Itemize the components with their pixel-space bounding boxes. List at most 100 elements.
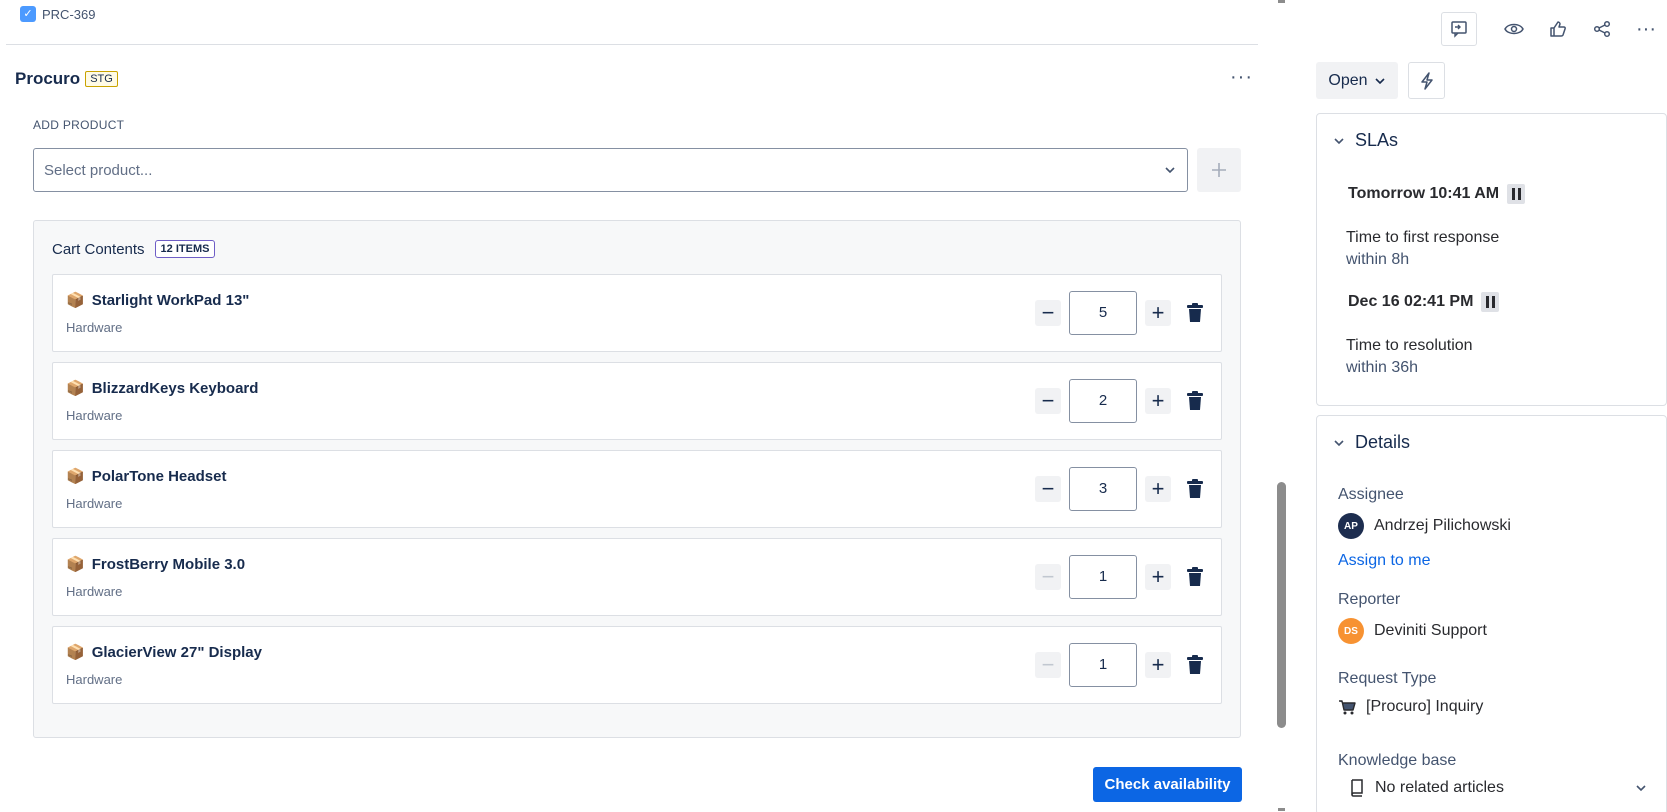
knowledge-base-field[interactable]: No related articles: [1349, 779, 1647, 797]
cart-item: 📦 GlacierView 27" Display Hardware − 1 +: [52, 626, 1222, 704]
request-type-field[interactable]: [Procuro] Inquiry: [1338, 698, 1483, 716]
product-category: Hardware: [66, 408, 123, 423]
package-icon: 📦: [66, 468, 85, 485]
check-availability-button[interactable]: Check availability: [1093, 767, 1242, 802]
chevron-down-icon: [1334, 439, 1344, 446]
watch-button[interactable]: [1496, 12, 1532, 46]
sla-title: SLAs: [1355, 130, 1399, 150]
assignee-label: Assignee: [1338, 486, 1404, 503]
quantity-input[interactable]: 3: [1069, 467, 1137, 511]
package-icon: 📦: [66, 380, 85, 397]
cart-item: 📦 Starlight WorkPad 13" Hardware − 5 +: [52, 274, 1222, 352]
avatar: DS: [1338, 618, 1364, 644]
sla-time: Tomorrow 10:41 AM: [1348, 184, 1526, 204]
sla-time-value: Dec 16 02:41 PM: [1348, 293, 1474, 310]
trash-icon[interactable]: [1185, 302, 1205, 324]
quantity-input[interactable]: 2: [1069, 379, 1137, 423]
product-category: Hardware: [66, 320, 123, 335]
plus-icon: [1212, 163, 1226, 177]
product-category: Hardware: [66, 496, 123, 511]
increment-button[interactable]: +: [1145, 388, 1171, 414]
increment-button[interactable]: +: [1145, 300, 1171, 326]
pause-icon: [1481, 292, 1500, 312]
reporter-field[interactable]: DS Deviniti Support: [1338, 618, 1487, 644]
app-name: Procuro: [15, 69, 81, 88]
product-title: 📦 PolarTone Headset: [66, 467, 226, 486]
avatar: AP: [1338, 513, 1364, 539]
package-icon: 📦: [66, 644, 85, 661]
assignee-field[interactable]: AP Andrzej Pilichowski: [1338, 513, 1511, 539]
app-title: Procuro STG: [15, 69, 118, 89]
lightning-icon: [1420, 71, 1433, 90]
product-title: 📦 BlizzardKeys Keyboard: [66, 379, 258, 398]
chevron-down-icon: [1374, 77, 1385, 84]
status-dropdown[interactable]: Open: [1316, 62, 1398, 99]
details-title: Details: [1355, 432, 1411, 452]
sla-time-value: Tomorrow 10:41 AM: [1348, 185, 1500, 202]
product-name: Starlight WorkPad 13": [91, 291, 250, 309]
reporter-label: Reporter: [1338, 591, 1401, 608]
details-panel-header[interactable]: Details: [1333, 432, 1410, 453]
cart-item: 📦 FrostBerry Mobile 3.0 Hardware − 1 +: [52, 538, 1222, 616]
assign-to-me-link[interactable]: Assign to me: [1338, 552, 1430, 570]
scrollbar-arrow-down[interactable]: [1278, 808, 1285, 811]
product-name: FrostBerry Mobile 3.0: [91, 555, 246, 573]
chevron-down-icon: [1334, 137, 1344, 144]
details-panel: Details Assignee AP Andrzej Pilichowski …: [1316, 415, 1667, 812]
knowledge-base-value: No related articles: [1375, 779, 1504, 796]
sla-time: Dec 16 02:41 PM: [1348, 292, 1500, 312]
product-select[interactable]: Select product...: [33, 148, 1188, 192]
decrement-button[interactable]: −: [1035, 388, 1061, 414]
quantity-stepper: − 1 +: [1035, 643, 1205, 687]
request-type-value: [Procuro] Inquiry: [1366, 698, 1484, 715]
shopping-cart-icon: [1339, 700, 1356, 715]
package-icon: 📦: [66, 292, 85, 309]
automation-button[interactable]: [1408, 62, 1445, 99]
assignee-name: Andrzej Pilichowski: [1374, 517, 1511, 534]
decrement-button[interactable]: −: [1035, 300, 1061, 326]
product-title: 📦 GlacierView 27" Display: [66, 643, 262, 662]
quantity-input[interactable]: 1: [1069, 555, 1137, 599]
knowledge-base-label: Knowledge base: [1338, 752, 1457, 769]
chevron-down-icon: [1636, 785, 1646, 792]
trash-icon[interactable]: [1185, 566, 1205, 588]
status-label: Open: [1328, 71, 1368, 89]
issue-breadcrumb[interactable]: ✓ PRC-369: [20, 6, 95, 22]
trash-icon[interactable]: [1185, 390, 1205, 412]
quantity-stepper: − 1 +: [1035, 555, 1205, 599]
quantity-input[interactable]: 5: [1069, 291, 1137, 335]
scrollbar-thumb[interactable]: [1277, 482, 1286, 728]
chevron-down-icon: [1165, 167, 1175, 174]
feedback-button[interactable]: [1441, 12, 1477, 46]
cart-item: 📦 BlizzardKeys Keyboard Hardware − 2 +: [52, 362, 1222, 440]
like-button[interactable]: [1540, 12, 1576, 46]
cart-contents: Cart Contents 12 ITEMS 📦 Starlight WorkP…: [33, 220, 1241, 738]
decrement-button[interactable]: −: [1035, 564, 1061, 590]
quantity-input[interactable]: 1: [1069, 643, 1137, 687]
sla-name: Time to first response: [1346, 229, 1500, 246]
book-icon: [1351, 779, 1363, 797]
increment-button[interactable]: +: [1145, 564, 1171, 590]
cart-title: Cart Contents: [52, 240, 145, 258]
sla-panel: SLAs Tomorrow 10:41 AM Time to first res…: [1316, 113, 1667, 406]
share-button[interactable]: [1584, 12, 1620, 46]
sla-target: within 8h: [1346, 251, 1410, 268]
env-badge: STG: [85, 71, 118, 87]
trash-icon[interactable]: [1185, 654, 1205, 676]
feedback-icon: [1451, 21, 1467, 38]
decrement-button[interactable]: −: [1035, 476, 1061, 502]
trash-icon[interactable]: [1185, 478, 1205, 500]
more-options-icon[interactable]: ···: [1230, 66, 1253, 89]
add-product-button[interactable]: [1197, 148, 1241, 192]
more-actions-icon[interactable]: ···: [1628, 12, 1664, 46]
pause-icon: [1507, 184, 1526, 204]
increment-button[interactable]: +: [1145, 476, 1171, 502]
reporter-name: Deviniti Support: [1374, 622, 1487, 639]
product-select-placeholder: Select product...: [44, 161, 153, 179]
sla-panel-header[interactable]: SLAs: [1333, 130, 1398, 151]
scrollbar-arrow-up[interactable]: [1278, 0, 1285, 3]
sla-description: Time to first response within 8h: [1346, 227, 1499, 271]
decrement-button[interactable]: −: [1035, 652, 1061, 678]
increment-button[interactable]: +: [1145, 652, 1171, 678]
issue-key[interactable]: PRC-369: [42, 7, 95, 22]
